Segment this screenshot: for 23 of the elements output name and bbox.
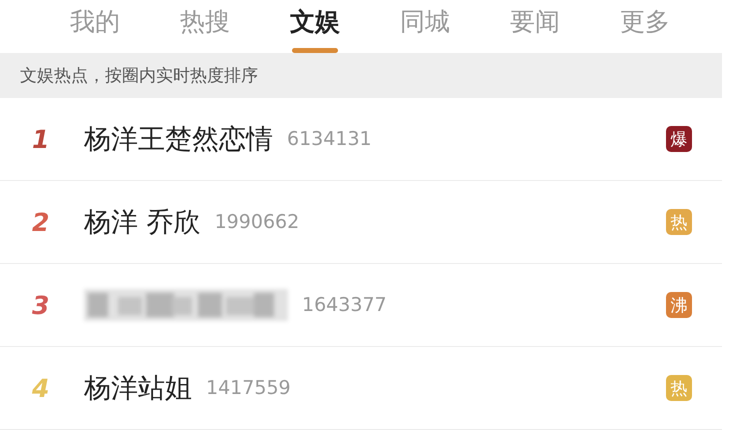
tab[interactable]: 要闻 xyxy=(480,0,590,53)
topic-title[interactable]: 杨洋 乔欣 xyxy=(84,204,201,240)
heat-count: 1990662 xyxy=(214,211,300,233)
tab[interactable]: 我的 xyxy=(40,0,150,53)
heat-badge: 热 xyxy=(666,375,692,401)
heat-badge: 热 xyxy=(666,209,692,235)
rank-number: 4 xyxy=(32,374,50,402)
rank-number: 3 xyxy=(32,290,50,320)
rank-number: 1 xyxy=(32,124,50,154)
topic-title[interactable]: 杨洋站姐 xyxy=(84,370,192,406)
tab[interactable]: 同城 xyxy=(370,0,480,53)
heat-badge: 沸 xyxy=(666,292,692,318)
rank-number: 2 xyxy=(32,208,50,236)
tab-indicator xyxy=(292,48,338,53)
tab[interactable]: 更多 xyxy=(590,0,700,53)
heat-badge: 爆 xyxy=(666,126,692,152)
notice-text: 文娱热点，按圈内实时热度排序 xyxy=(0,53,722,98)
tab[interactable]: 文娱 xyxy=(260,0,370,53)
topic-title[interactable]: 杨洋王楚然恋情 xyxy=(84,121,273,157)
heat-count: 1417559 xyxy=(206,377,292,399)
heat-count: 1643377 xyxy=(302,294,388,316)
heat-count: 6134131 xyxy=(287,128,373,150)
tab[interactable]: 热搜 xyxy=(150,0,260,53)
